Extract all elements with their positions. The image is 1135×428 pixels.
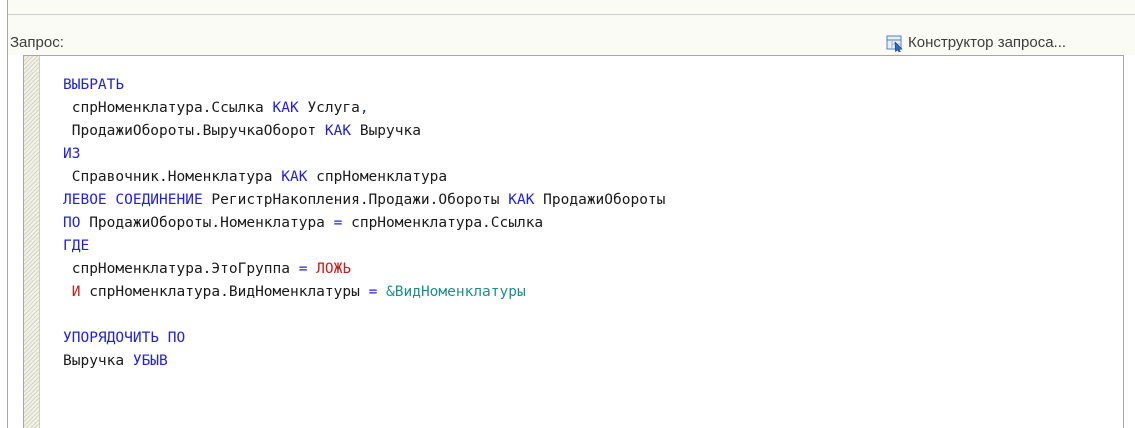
- code-text: спрНоменклатура.ЭтоГруппа: [63, 261, 299, 277]
- code-text: спрНоменклатура: [307, 169, 448, 185]
- code-keyword: ПО: [63, 215, 81, 231]
- query-constructor-button[interactable]: Конструктор запроса...: [886, 32, 1066, 54]
- code-keyword: ЛЕВОЕ СОЕДИНЕНИЕ: [63, 192, 203, 208]
- code-text: спрНоменклатура.Ссылка: [342, 215, 544, 231]
- code-keyword: =: [368, 284, 378, 300]
- code-keyword: КАК: [508, 192, 535, 208]
- code-line: И спрНоменклатура.ВидНоменклатуры = &Вид…: [63, 281, 665, 304]
- panel-left-border: [7, 0, 8, 428]
- code-keyword: КАК: [324, 123, 352, 139]
- code-text: спрНоменклатура.ВидНоменклатуры: [80, 284, 369, 300]
- code-text: спрНоменклатура.Ссылка: [63, 100, 273, 116]
- query-text-editor[interactable]: ВЫБРАТЬ спрНоменклатура.Ссылка КАК Услуг…: [23, 55, 1124, 428]
- code-line: спрНоменклатура.ЭтоГруппа = ЛОЖЬ: [63, 258, 665, 281]
- code-keyword: УБЫВ: [132, 353, 168, 369]
- query-header: Запрос: Конструктор запроса...: [8, 0, 1135, 55]
- code-keyword: ГДЕ: [63, 238, 90, 254]
- query-label: Запрос:: [10, 34, 64, 51]
- code-line: Справочник.Номенклатура КАК спрНоменклат…: [63, 166, 665, 189]
- query-constructor-icon: [886, 34, 904, 53]
- editor-gutter: [24, 56, 40, 428]
- code-keyword: ВЫБРАТЬ: [63, 77, 125, 93]
- code-line: ВЫБРАТЬ: [63, 74, 665, 97]
- code-line: Выручка УБЫВ: [63, 350, 665, 373]
- code-text: ПродажиОбороты: [534, 192, 666, 208]
- code-keyword: КАК: [281, 169, 308, 185]
- code-text: РегистрНакопления.Продажи.Обороты: [202, 192, 509, 208]
- code-text: ПродажиОбороты.Номенклатура: [80, 215, 334, 231]
- code-line: спрНоменклатура.Ссылка КАК Услуга,: [63, 97, 665, 120]
- code-keyword: ИЗ: [63, 146, 81, 162]
- code-line: УПОРЯДОЧИТЬ ПО: [63, 327, 665, 350]
- code-text: Выручка: [351, 123, 421, 139]
- query-panel: Запрос: Конструктор запроса... ВЫБРАТЬ с…: [0, 0, 1135, 428]
- code-line: ПО ПродажиОбороты.Номенклатура = спрНоме…: [63, 212, 665, 235]
- code-text: Выручка: [63, 353, 133, 369]
- code-text: ПродажиОбороты.ВыручкаОборот: [63, 123, 325, 139]
- query-code: ВЫБРАТЬ спрНоменклатура.Ссылка КАК Услуг…: [63, 74, 665, 373]
- code-keyword: ,: [359, 100, 369, 116]
- code-keyword: УПОРЯДОЧИТЬ ПО: [63, 330, 186, 346]
- code-text: Справочник.Номенклатура: [63, 169, 282, 185]
- code-keyword: КАК: [272, 100, 299, 116]
- header-divider: [8, 14, 1135, 15]
- code-parameter: &ВидНоменклатуры: [386, 284, 526, 300]
- code-line: ИЗ: [63, 143, 665, 166]
- code-operator: ЛОЖЬ: [316, 261, 352, 277]
- code-text: Услуга: [298, 100, 360, 116]
- query-constructor-label: Конструктор запроса...: [908, 34, 1067, 51]
- code-line: ГДЕ: [63, 235, 665, 258]
- code-line: ЛЕВОЕ СОЕДИНЕНИЕ РегистрНакопления.Прода…: [63, 189, 665, 212]
- code-line: ПродажиОбороты.ВыручкаОборот КАК Выручка: [63, 120, 665, 143]
